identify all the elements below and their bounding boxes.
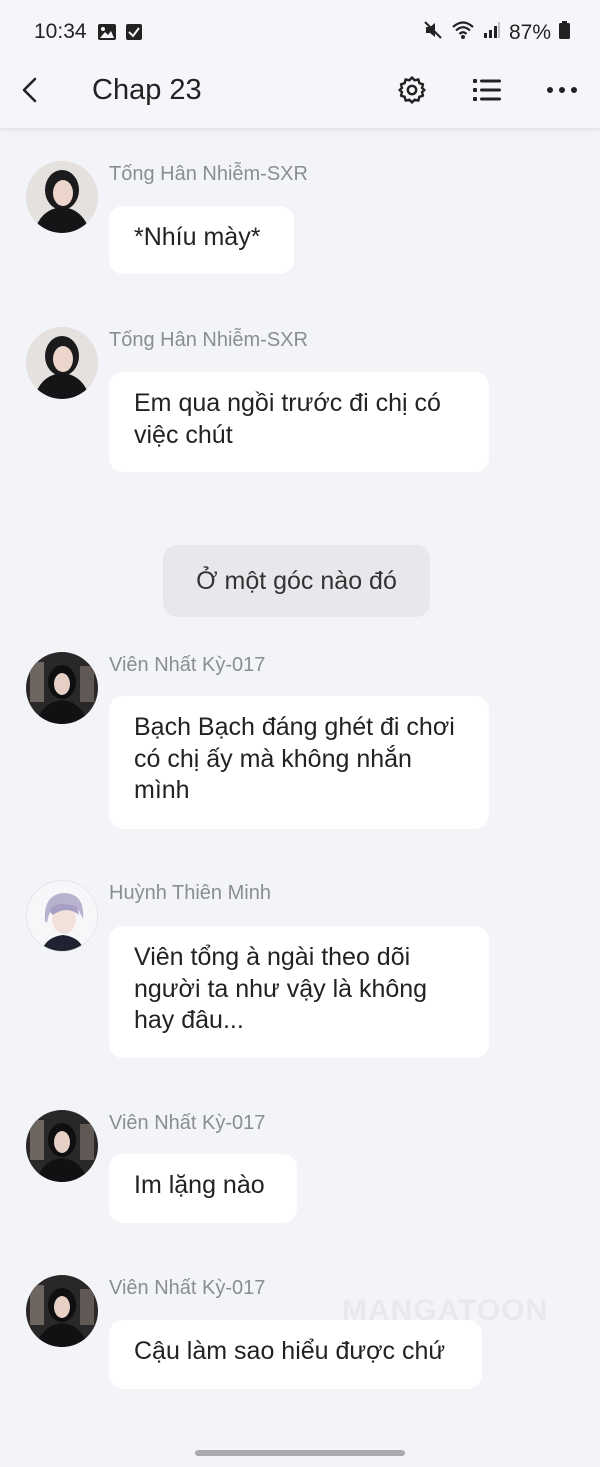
sender-name: Viên Nhất Kỳ-017 xyxy=(109,654,266,676)
back-button[interactable] xyxy=(14,72,50,108)
more-options-button[interactable] xyxy=(542,70,582,110)
more-dots-icon xyxy=(547,87,577,93)
sender-name: Tống Hân Nhiễm-SXR xyxy=(109,329,308,351)
avatar[interactable] xyxy=(26,880,98,952)
chapter-title: Chap 23 xyxy=(92,74,202,106)
message-bubble: Cậu làm sao hiểu được chứ xyxy=(109,1320,482,1389)
battery-text: 87% xyxy=(508,21,551,44)
avatar[interactable] xyxy=(26,652,98,724)
avatar[interactable] xyxy=(26,327,98,399)
signal-icon xyxy=(483,21,501,45)
message-bubble: Viên tổng à ngài theo dõi người ta như v… xyxy=(109,926,489,1058)
home-indicator[interactable] xyxy=(195,1450,405,1456)
status-bar: 10:34 87% xyxy=(0,0,600,62)
message-item: Tống Hân Nhiễm-SXR *Nhíu mày* xyxy=(0,161,600,281)
back-arrow-icon xyxy=(22,77,37,103)
narration-bubble: Ở một góc nào đó xyxy=(163,545,430,617)
mute-icon xyxy=(423,20,443,46)
sender-name: Viên Nhất Kỳ-017 xyxy=(109,1112,266,1134)
message-item: Tống Hân Nhiễm-SXR Em qua ngồi trước đi … xyxy=(0,327,600,477)
battery-icon xyxy=(559,21,570,45)
message-item: Viên Nhất Kỳ-017 Cậu làm sao hiểu được c… xyxy=(0,1275,600,1395)
sender-name: Tống Hân Nhiễm-SXR xyxy=(109,163,308,185)
sender-name: Viên Nhất Kỳ-017 xyxy=(109,1277,266,1299)
avatar[interactable] xyxy=(26,1275,98,1347)
message-bubble: Im lặng nào xyxy=(109,1154,297,1223)
app-header: Chap 23 xyxy=(0,62,600,128)
gallery-icon xyxy=(97,23,117,46)
gear-icon xyxy=(398,76,426,104)
checkbox-icon xyxy=(125,23,143,46)
chapter-list-button[interactable] xyxy=(467,70,507,110)
avatar[interactable] xyxy=(26,1110,98,1182)
message-bubble: *Nhíu mày* xyxy=(109,206,294,274)
settings-button[interactable] xyxy=(392,70,432,110)
avatar[interactable] xyxy=(26,161,98,233)
message-bubble: Em qua ngồi trước đi chị có việc chút xyxy=(109,372,489,472)
message-item: Viên Nhất Kỳ-017 Bạch Bạch đáng ghét đi … xyxy=(0,652,600,832)
status-time: 10:34 xyxy=(34,20,87,43)
message-item: Viên Nhất Kỳ-017 Im lặng nào xyxy=(0,1110,600,1230)
sender-name: Huỳnh Thiên Minh xyxy=(109,882,271,904)
message-bubble: Bạch Bạch đáng ghét đi chơi có chị ấy mà… xyxy=(109,696,489,829)
message-item: Huỳnh Thiên Minh Viên tổng à ngài theo d… xyxy=(0,880,600,1060)
list-icon xyxy=(473,79,501,101)
wifi-icon xyxy=(451,20,475,46)
